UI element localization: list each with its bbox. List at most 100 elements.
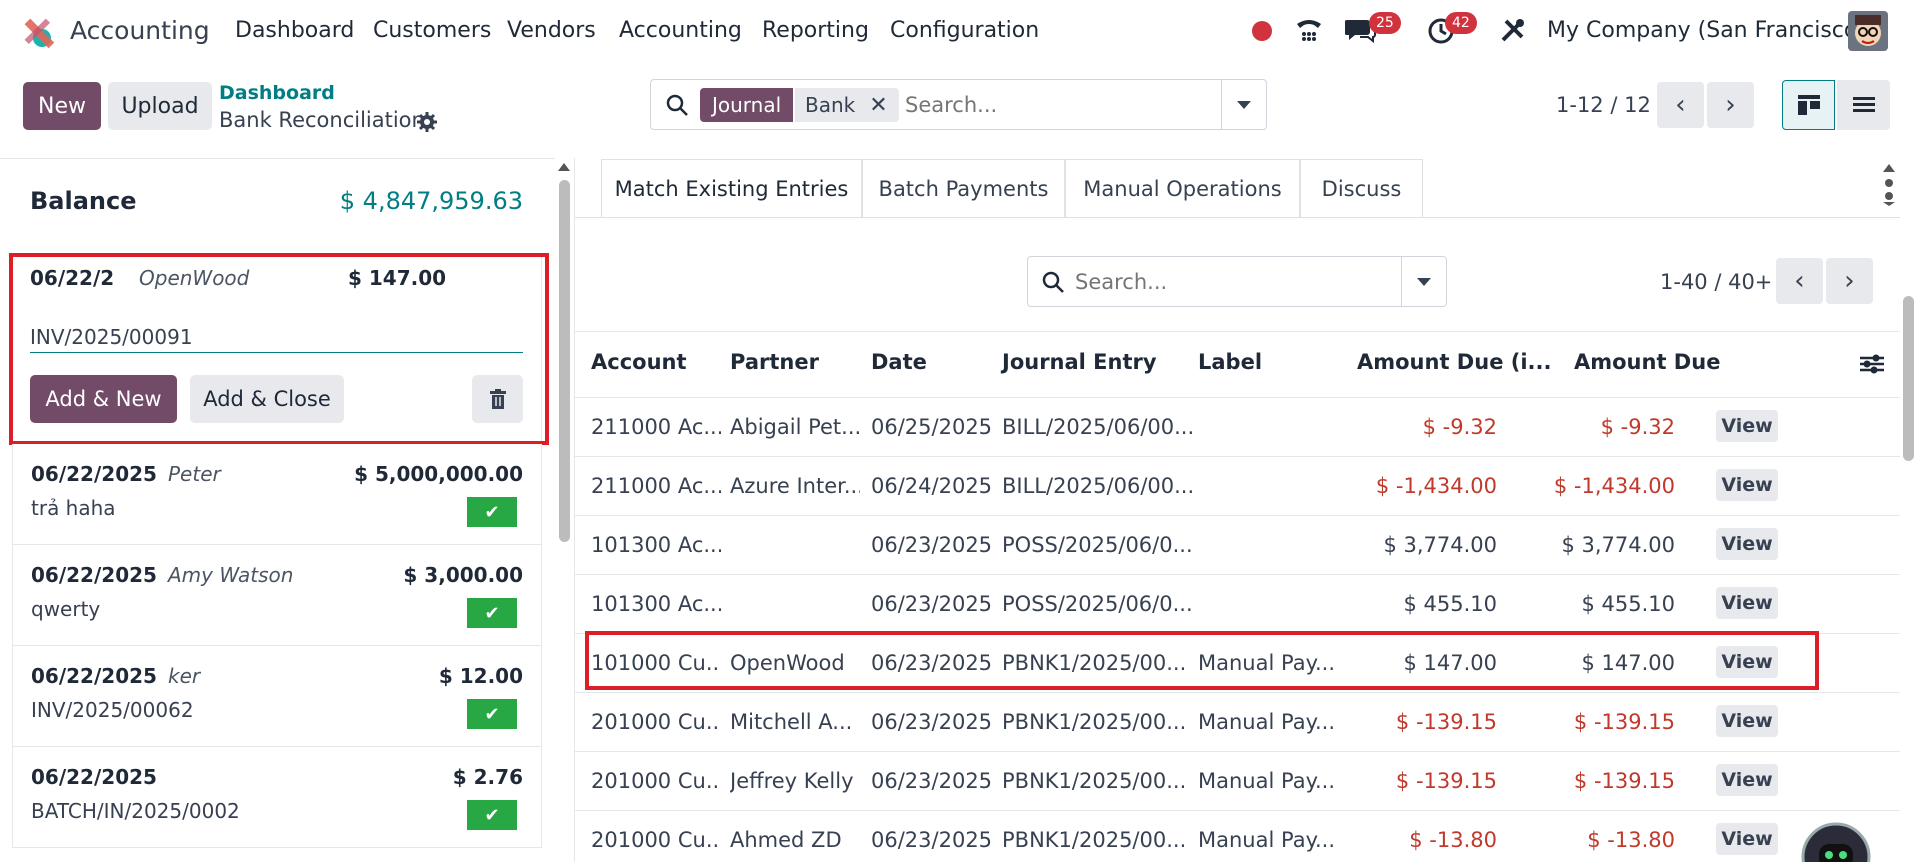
view-button[interactable]: View	[1716, 528, 1778, 560]
cell-date: 06/23/2025	[871, 533, 993, 557]
cell-amount-due: $ 147.00	[1581, 651, 1675, 675]
cell-date: 06/23/2025	[871, 651, 993, 675]
left-scroll-up-icon[interactable]	[558, 163, 570, 171]
recording-dot-icon[interactable]	[1252, 21, 1272, 41]
kanban-view-button[interactable]	[1782, 80, 1835, 130]
balance-value: $ 4,847,959.63	[339, 187, 523, 215]
search-input[interactable]	[905, 88, 1205, 122]
editing-statement-date: 06/22/2	[30, 266, 113, 290]
table-row[interactable]: 201000 Cu... Jeffrey Kelly 06/23/2025 PB…	[575, 751, 1900, 810]
statement-reference-input[interactable]	[30, 321, 523, 353]
breadcrumb-dashboard[interactable]: Dashboard	[219, 82, 335, 104]
column-journal-entry[interactable]: Journal Entry	[1002, 350, 1157, 374]
editing-statement-partner: OpenWood	[139, 266, 250, 290]
menu-accounting[interactable]: Accounting	[619, 18, 742, 43]
tab-match-existing-entries[interactable]: Match Existing Entries	[601, 159, 862, 217]
column-amount-due[interactable]: Amount Due	[1574, 350, 1720, 374]
left-scrollbar[interactable]	[559, 180, 570, 542]
app-title[interactable]: Accounting	[70, 16, 210, 45]
table-row[interactable]: 201000 Cu... Ahmed ZD 06/23/2025 PBNK1/2…	[575, 810, 1900, 862]
view-button[interactable]: View	[1716, 823, 1778, 855]
search-facet-title: Journal	[700, 88, 794, 122]
column-account[interactable]: Account	[591, 350, 687, 374]
new-button[interactable]: New	[23, 82, 101, 130]
statement-line[interactable]: 06/22/2025 $ 2.76 BATCH/IN/2025/0002 ✔	[12, 747, 542, 848]
cell-amount-due-currency: $ 3,774.00	[1383, 533, 1497, 557]
menu-reporting[interactable]: Reporting	[762, 18, 869, 43]
table-row[interactable]: 211000 Ac... Azure Inter... 06/24/2025 B…	[575, 456, 1900, 515]
table-row[interactable]: 211000 Ac... Abigail Pet... 06/25/2025 B…	[575, 397, 1900, 456]
reconciled-check-icon: ✔	[467, 497, 517, 527]
pager-next-button[interactable]: ›	[1707, 82, 1754, 128]
view-button[interactable]: View	[1716, 410, 1778, 442]
delete-button[interactable]	[472, 375, 523, 423]
right-more-options-icon[interactable]	[1882, 178, 1896, 206]
messages-badge: 25	[1369, 12, 1401, 34]
table-row[interactable]: 201000 Cu... Mitchell A... 06/23/2025 PB…	[575, 692, 1900, 751]
cell-account: 211000 Ac...	[591, 474, 721, 498]
search-icon	[665, 93, 689, 117]
column-amount-due-currency[interactable]: Amount Due (i...	[1357, 350, 1551, 374]
entries-search-icon	[1041, 270, 1065, 294]
entries-search-input[interactable]	[1075, 265, 1395, 299]
remove-facet-icon[interactable]: ✕	[869, 93, 887, 118]
table-row[interactable]: 101300 Ac... 06/23/2025 POSS/2025/06/0..…	[575, 574, 1900, 633]
add-and-new-button[interactable]: Add & New	[30, 375, 177, 423]
statement-amount: $ 12.00	[438, 664, 523, 688]
pager-value[interactable]: 1-12 / 12	[1556, 93, 1651, 117]
user-avatar[interactable]	[1848, 11, 1888, 51]
cell-date: 06/23/2025	[871, 710, 993, 734]
entries-pager-value[interactable]: 1-40 / 40+	[1660, 270, 1772, 294]
list-view-button[interactable]	[1837, 80, 1890, 130]
menu-configuration[interactable]: Configuration	[890, 18, 1039, 43]
cell-partner: Abigail Pet...	[730, 415, 860, 439]
menu-customers[interactable]: Customers	[373, 18, 491, 43]
column-partner[interactable]: Partner	[730, 350, 819, 374]
entries-pager-previous-button[interactable]: ‹	[1776, 258, 1823, 304]
view-button[interactable]: View	[1716, 705, 1778, 737]
activity-badge: 42	[1445, 12, 1477, 34]
tab-manual-operations[interactable]: Manual Operations	[1065, 159, 1300, 217]
statement-line[interactable]: 06/22/2025 Amy Watson $ 3,000.00 qwerty …	[12, 545, 542, 646]
cell-amount-due: $ -139.15	[1573, 769, 1675, 793]
company-switcher[interactable]: My Company (San Francisco)	[1547, 18, 1866, 43]
right-scroll-up-icon[interactable]	[1883, 164, 1895, 172]
phone-icon[interactable]	[1294, 14, 1324, 46]
cell-amount-due-currency: $ -9.32	[1422, 415, 1497, 439]
gear-icon[interactable]	[416, 111, 438, 133]
right-scrollbar[interactable]	[1903, 296, 1914, 461]
livechat-bot-icon[interactable]	[1801, 822, 1871, 862]
search-options-toggle[interactable]	[1221, 80, 1266, 129]
view-button[interactable]: View	[1716, 469, 1778, 501]
cell-journal-entry: BILL/2025/06/00...	[1002, 415, 1192, 439]
balance-label: Balance	[30, 187, 137, 215]
menu-vendors[interactable]: Vendors	[507, 18, 596, 43]
upload-button[interactable]: Upload	[108, 82, 212, 130]
tools-icon[interactable]	[1498, 15, 1528, 45]
page-title: Bank Reconciliation	[219, 108, 425, 132]
optional-columns-toggle-icon[interactable]	[1859, 353, 1885, 375]
tab-batch-payments[interactable]: Batch Payments	[862, 159, 1065, 217]
column-label[interactable]: Label	[1198, 350, 1262, 374]
app-logo-icon[interactable]	[20, 14, 56, 50]
menu-dashboard[interactable]: Dashboard	[235, 18, 354, 43]
view-button[interactable]: View	[1716, 646, 1778, 678]
table-row[interactable]: 101300 Ac... 06/23/2025 POSS/2025/06/0..…	[575, 515, 1900, 574]
statement-label: trả haha	[31, 496, 116, 520]
column-date[interactable]: Date	[871, 350, 927, 374]
cell-amount-due: $ -1,434.00	[1553, 474, 1675, 498]
entries-pager-next-button[interactable]: ›	[1826, 258, 1873, 304]
add-and-close-button[interactable]: Add & Close	[190, 375, 344, 423]
view-button[interactable]: View	[1716, 764, 1778, 796]
cell-journal-entry: POSS/2025/06/0...	[1002, 592, 1192, 616]
statement-line[interactable]: 06/22/2025 Peter $ 5,000,000.00 trả haha…	[12, 444, 542, 545]
table-row[interactable]: 101000 Cu... OpenWood 06/23/2025 PBNK1/2…	[575, 633, 1900, 692]
statement-partner: Amy Watson	[168, 563, 294, 587]
statement-line[interactable]: 06/22/2025 ker $ 12.00 INV/2025/00062 ✔	[12, 646, 542, 747]
tab-discuss[interactable]: Discuss	[1300, 159, 1423, 217]
cell-partner: Jeffrey Kelly	[730, 769, 854, 793]
view-button[interactable]: View	[1716, 587, 1778, 619]
pager-previous-button[interactable]: ‹	[1657, 82, 1704, 128]
cell-account: 101300 Ac...	[591, 533, 721, 557]
entries-search-options-toggle[interactable]	[1401, 257, 1446, 306]
